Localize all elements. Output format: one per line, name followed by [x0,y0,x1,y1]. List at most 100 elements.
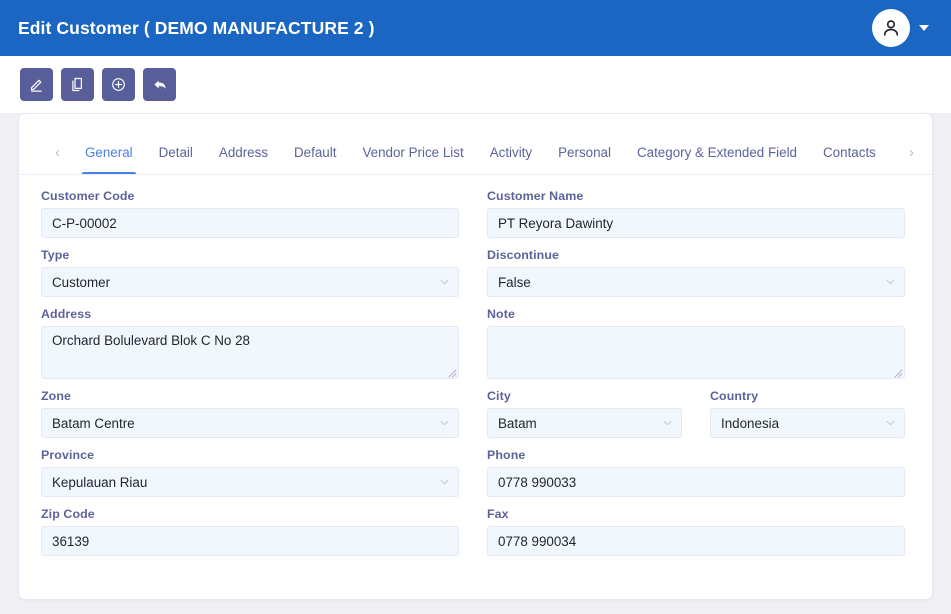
field-label: Type [41,248,70,262]
field-city: City Batam [487,389,682,438]
zone-select-value: Batam Centre [52,415,135,431]
tab-detail[interactable]: Detail [146,130,206,174]
type-select[interactable]: Customer [41,267,459,297]
back-arrow-icon [153,80,166,89]
city-select-value: Batam [498,415,537,431]
tab-label: Activity [489,144,533,160]
chevron-down-icon [886,419,895,428]
plus-circle-icon [112,78,125,91]
tab-scroll-right-icon[interactable]: › [895,145,918,160]
tab-label: Detail [158,144,193,160]
tab-general[interactable]: General [72,130,146,174]
form-row: Address Orchard Bolulevard Blok C No 28 … [41,307,910,379]
field-label: Phone [487,448,526,462]
tab-label: Vendor Price List [362,144,464,160]
address-value: Orchard Bolulevard Blok C No 28 [52,333,250,348]
chevron-down-icon [886,278,895,287]
fax-input[interactable]: 0778 990034 [487,526,905,556]
field-label: Province [41,448,95,462]
chevron-down-icon [440,278,449,287]
field-label: Customer Name [487,189,584,203]
zone-select[interactable]: Batam Centre [41,408,459,438]
tab-personal[interactable]: Personal [545,130,624,174]
tab-bar: ‹ General Detail Address Default Vendor … [19,130,932,175]
field-type: Type Customer [41,248,459,297]
resize-handle-icon[interactable] [446,366,457,378]
copy-button[interactable] [61,68,94,101]
field-label: Zip Code [41,507,95,521]
customer-code-input[interactable]: C-P-00002 [41,208,459,238]
resize-handle-icon[interactable] [892,366,903,378]
field-label: Fax [487,507,509,521]
form-row: Zone Batam Centre City Batam Country Ind… [41,389,910,438]
type-select-value: Customer [52,274,111,290]
form-row: Zip Code 36139 Fax 0778 990034 [41,507,910,556]
field-address: Address Orchard Bolulevard Blok C No 28 [41,307,459,379]
field-label: Note [487,307,515,321]
chevron-down-icon [440,419,449,428]
back-button[interactable] [143,68,176,101]
toolbar [0,56,951,113]
chevron-down-icon[interactable] [919,25,929,31]
general-tab-panel: Customer Code C-P-00002 Customer Name PT… [19,175,932,556]
tab-label: Personal [558,144,611,160]
tab-label: Category & Extended Field [636,144,798,160]
form-row: Province Kepulauan Riau Phone 0778 99003… [41,448,910,497]
field-zip-code: Zip Code 36139 [41,507,459,556]
tab-default[interactable]: Default [281,130,349,174]
city-select[interactable]: Batam [487,408,682,438]
province-select-value: Kepulauan Riau [52,474,148,490]
tab-scroll-left-icon[interactable]: ‹ [37,145,72,160]
user-menu[interactable] [872,9,929,47]
field-note: Note [487,307,905,379]
edit-button[interactable] [20,68,53,101]
field-fax: Fax 0778 990034 [487,507,905,556]
note-textarea[interactable] [487,326,905,379]
province-select[interactable]: Kepulauan Riau [41,467,459,497]
zip-code-input[interactable]: 36139 [41,526,459,556]
address-textarea[interactable]: Orchard Bolulevard Blok C No 28 [41,326,459,379]
field-label: City [487,389,511,403]
avatar[interactable] [872,9,910,47]
field-label: Discontinue [487,248,560,262]
field-zone: Zone Batam Centre [41,389,459,438]
chevron-down-icon [440,478,449,487]
field-label: Zone [41,389,71,403]
tab-activity[interactable]: Activity [477,130,545,174]
field-label: Customer Code [41,189,135,203]
field-customer-name: Customer Name PT Reyora Dawinty [487,189,905,238]
user-icon [883,20,899,36]
tab-vendor-price-list[interactable]: Vendor Price List [349,130,476,174]
form-row: Type Customer Discontinue False [41,248,910,297]
page-title: Edit Customer ( DEMO MANUFACTURE 2 ) [18,17,375,38]
app-header: Edit Customer ( DEMO MANUFACTURE 2 ) [0,0,951,56]
tab-label: Address [218,144,269,160]
discontinue-select[interactable]: False [487,267,905,297]
form-row: Customer Code C-P-00002 Customer Name PT… [41,189,910,238]
field-label: Address [41,307,92,321]
tab-label: General [85,144,133,160]
field-customer-code: Customer Code C-P-00002 [41,189,459,238]
tab-category-extended-field[interactable]: Category & Extended Field [624,130,810,174]
country-select[interactable]: Indonesia [710,408,905,438]
customer-name-input[interactable]: PT Reyora Dawinty [487,208,905,238]
add-button[interactable] [102,68,135,101]
field-discontinue: Discontinue False [487,248,905,297]
field-province: Province Kepulauan Riau [41,448,459,497]
tab-label: Default [294,144,337,160]
tab-list: General Detail Address Default Vendor Pr… [72,130,895,174]
pencil-icon [30,79,42,92]
field-label: Country [710,389,759,403]
tab-label: Contacts [823,144,876,160]
chevron-down-icon [663,419,672,428]
copy-documents-icon [72,77,82,92]
discontinue-select-value: False [498,274,531,290]
field-country: Country Indonesia [710,389,905,438]
tab-part-alias[interactable]: Part Alia [889,130,895,174]
field-phone: Phone 0778 990033 [487,448,905,497]
country-select-value: Indonesia [721,415,780,431]
customer-form-card: ‹ General Detail Address Default Vendor … [18,113,933,600]
phone-input[interactable]: 0778 990033 [487,467,905,497]
tab-contacts[interactable]: Contacts [810,130,889,174]
tab-address[interactable]: Address [206,130,281,174]
